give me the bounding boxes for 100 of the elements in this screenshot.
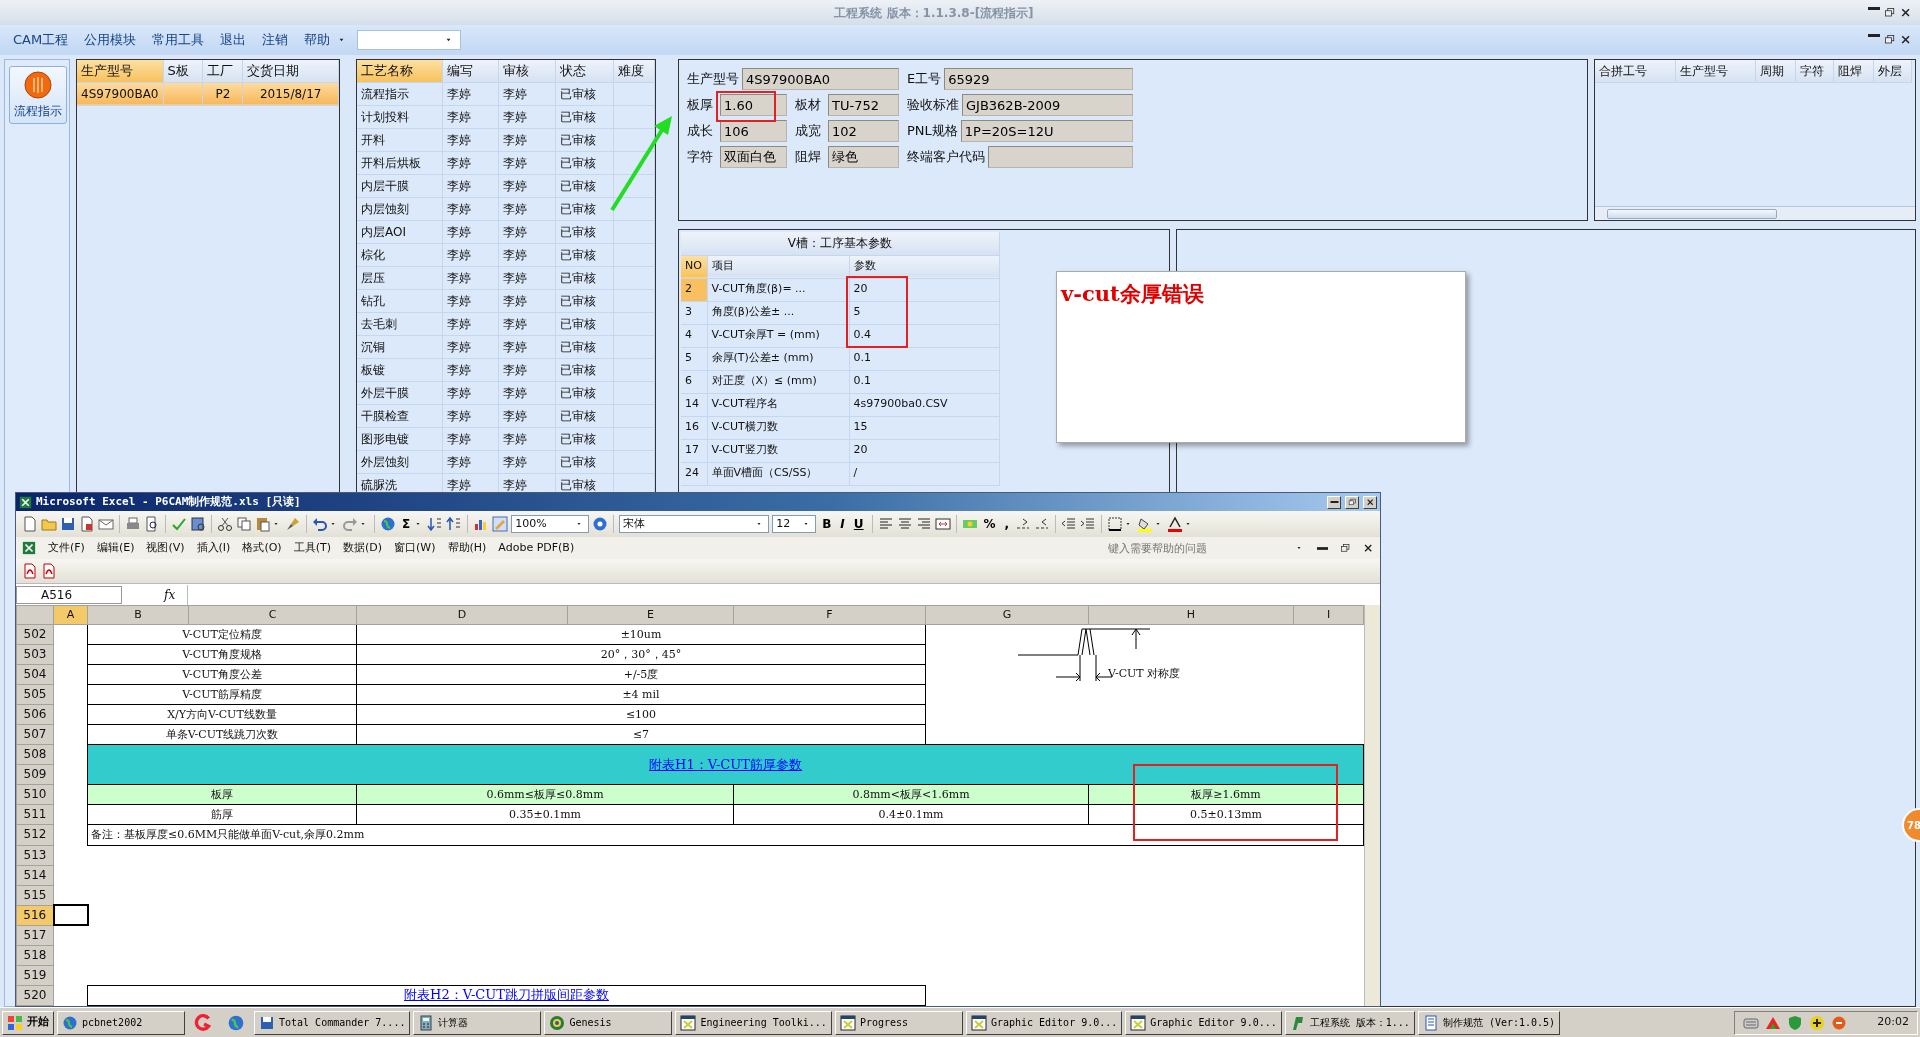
row-header[interactable]: 515 [16,885,54,906]
row-header[interactable]: 510 [16,784,54,805]
taskbar-button[interactable]: Total Commander 7.... [254,1010,411,1035]
column-header[interactable]: I [1293,605,1364,625]
taskbar-button[interactable]: Graphic Editor 9.0... [1125,1010,1282,1035]
toolbar-button[interactable]: % [980,515,999,533]
column-header[interactable]: H [1088,605,1294,625]
menu-item[interactable]: 插入(I) [196,539,231,557]
column-header[interactable]: F [733,605,926,625]
row-header[interactable]: 518 [16,945,54,966]
column-header[interactable]: E [567,605,734,625]
column-header[interactable]: S板 [163,60,203,82]
menu-item[interactable]: CAM工程 [6,28,76,52]
taskbar-button[interactable]: 工程系统 版本：1... [1284,1010,1415,1035]
text-field[interactable]: TU-752 [828,94,899,116]
taskbar-button[interactable]: Progress [834,1010,963,1035]
column-header[interactable]: 审核 [499,60,556,82]
link[interactable]: 附表H1：V-CUT筋厚参数 [649,756,802,772]
menu-item[interactable]: 公用模块 [77,28,144,52]
text-field[interactable]: 65929 [944,68,1133,90]
text-field[interactable]: 绿色 [828,146,899,168]
field-label: 成长 [687,122,714,141]
text-field[interactable]: 4S97900BA0 [742,68,899,90]
row-header[interactable]: 511 [16,804,54,825]
column-header[interactable]: 字符 [1795,60,1833,82]
table-cell: 已审核 [555,243,614,266]
column-header[interactable]: 工艺名称 [357,60,443,82]
taskbar-button[interactable]: Graphic Editor 9.0... [965,1010,1123,1035]
column-header[interactable]: 状态 [555,60,614,82]
row-header[interactable]: 513 [16,845,54,866]
column-header[interactable]: D [356,605,568,625]
column-header[interactable]: A [53,605,88,625]
column-header[interactable]: 阻焊 [1833,60,1873,82]
toolbar-button[interactable]: U [850,515,867,533]
row-header[interactable]: 517 [16,925,54,946]
column-header[interactable]: 项目 [707,255,849,278]
font-dropdown[interactable]: 宋体 [619,515,770,533]
column-header[interactable]: 周期 [1755,60,1795,82]
row-header[interactable]: 502 [16,624,54,645]
text-field[interactable]: 106 [720,120,787,142]
menu-item[interactable]: 窗口(W) [394,539,436,557]
start-button[interactable]: 开始 [2,1010,54,1035]
toolbar-button[interactable]: I [837,515,848,533]
name-box[interactable]: A516 [16,585,122,604]
column-header[interactable]: 合拼工号 [1595,60,1675,82]
text-field[interactable]: 102 [828,120,899,142]
column-header[interactable]: 难度 [613,60,655,82]
row-header[interactable]: 509 [16,764,54,785]
table-cell: 已审核 [555,427,614,450]
toolbar-button[interactable]: , [1001,515,1013,533]
column-header[interactable]: 生产型号 [77,60,163,82]
row-header[interactable]: 507 [16,724,54,745]
column-header[interactable]: 编写 [442,60,499,82]
spreadsheet-cell: V-CUT筋厚精度 [87,684,357,705]
taskbar-button[interactable]: pcbnet2002 [57,1010,185,1035]
row-header[interactable]: 514 [16,865,54,886]
taskbar-button[interactable]: Engineering Toolki... [675,1010,832,1035]
column-header[interactable]: NO [681,255,707,278]
help-search-field[interactable]: 键入需要帮助的问题 [1105,539,1285,557]
text-field[interactable]: 1.60 [720,94,787,116]
taskbar-button[interactable]: Genesis [544,1010,673,1035]
menu-item[interactable]: 格式(O) [242,539,282,557]
zoom-dropdown[interactable]: 100% [511,515,590,533]
row-header[interactable]: 520 [16,985,54,1006]
row-header[interactable]: 503 [16,644,54,665]
menu-item[interactable]: 文件(F) [48,539,85,557]
menu-item[interactable]: 工具(T) [293,539,331,557]
column-header[interactable]: 生产型号 [1675,60,1755,82]
column-header[interactable]: B [87,605,189,625]
menu-item[interactable]: 视图(V) [146,539,185,557]
font-size-dropdown[interactable]: 12 [772,515,817,533]
menu-item[interactable]: 帮助(H) [447,539,487,557]
menu-item[interactable]: 帮助 [297,28,338,52]
toolbar-button[interactable]: B [819,515,835,533]
taskbar-button[interactable]: 计算器 [413,1010,542,1035]
column-header[interactable]: G [925,605,1089,625]
text-field[interactable]: GJB362B-2009 [962,94,1133,116]
menu-item[interactable]: 编辑(E) [96,539,135,557]
column-header[interactable]: 交货日期 [242,60,339,82]
row-header[interactable]: 505 [16,684,54,705]
column-header[interactable]: C [188,605,357,625]
row-header[interactable]: 504 [16,664,54,685]
menu-item[interactable]: 退出 [213,28,254,52]
row-header[interactable]: 519 [16,965,54,986]
menu-item[interactable]: Adobe PDF(B) [498,539,575,557]
menu-item[interactable]: 常用工具 [145,28,212,52]
column-header[interactable]: 工厂 [202,60,243,82]
text-field[interactable]: 1P=20S=12U [960,120,1133,142]
flow-button[interactable]: 流程指示 [9,66,67,124]
taskbar-button[interactable]: 制作规范 (Ver:1.0.5) [1417,1010,1561,1035]
row-header[interactable]: 516 [16,905,54,926]
row-header[interactable]: 512 [16,824,54,845]
menu-item[interactable]: 数据(D) [342,539,383,557]
menu-item[interactable]: 注销 [255,28,296,52]
row-header[interactable]: 506 [16,704,54,725]
link[interactable]: 附表H2：V-CUT跳刀拼版间距参数 [404,987,609,1003]
toolbar-button[interactable]: Σ [399,515,414,533]
row-header[interactable]: 508 [16,744,54,765]
text-field[interactable]: 双面白色 [720,146,787,168]
column-header[interactable]: 外层 [1873,60,1911,82]
